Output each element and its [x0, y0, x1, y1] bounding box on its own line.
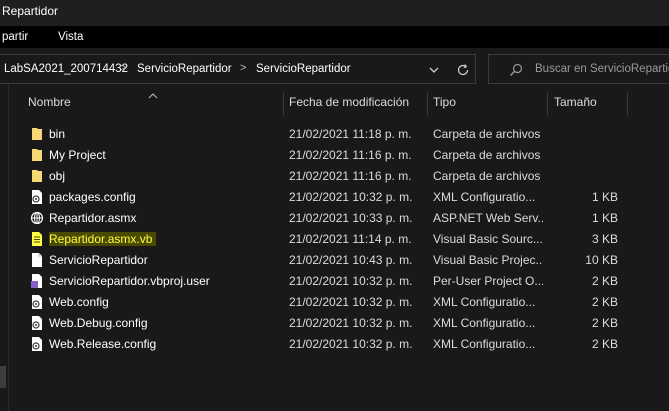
folder-icon: [29, 126, 45, 142]
folder-icon: [29, 168, 45, 184]
file-date: 21/02/2021 10:32 p. m.: [289, 316, 413, 330]
refresh-icon[interactable]: [455, 62, 471, 78]
file-date: 21/02/2021 10:43 p. m.: [289, 253, 413, 267]
column-header-size[interactable]: Tamaño: [554, 95, 597, 109]
title-bar: Repartidor: [0, 0, 669, 26]
file-type: XML Configuratio...: [433, 190, 536, 204]
file-name: Repartidor.asmx: [49, 211, 137, 225]
table-row[interactable]: ServicioRepartidor.vbproj.user 21/02/202…: [22, 270, 632, 291]
table-row[interactable]: obj 21/02/2021 11:16 p. m. Carpeta de ar…: [22, 165, 632, 186]
file-type: ASP.NET Web Serv...: [433, 211, 543, 225]
table-row[interactable]: ServicioRepartidor 21/02/2021 10:43 p. m…: [22, 249, 632, 270]
file-date: 21/02/2021 11:14 p. m.: [289, 232, 412, 246]
tab-share[interactable]: partir: [2, 31, 28, 43]
tab-view[interactable]: Vista: [58, 31, 83, 43]
file-size: 2 KB: [591, 337, 618, 351]
table-row[interactable]: Web.Debug.config 21/02/2021 10:32 p. m. …: [22, 312, 632, 333]
table-row[interactable]: Web.config 21/02/2021 10:32 p. m. XML Co…: [22, 291, 632, 312]
file-name: Repartidor.asmx.vb: [49, 232, 157, 246]
sort-ascending-icon: [148, 88, 158, 99]
file-type: Carpeta de archivos: [433, 169, 541, 183]
breadcrumb-item[interactable]: ServicioRepartidor: [256, 63, 351, 75]
table-row[interactable]: packages.config 21/02/2021 10:32 p. m. X…: [22, 186, 632, 207]
table-row[interactable]: Web.Release.config 21/02/2021 10:32 p. m…: [22, 333, 632, 354]
file-date: 21/02/2021 10:32 p. m.: [289, 337, 413, 351]
ribbon-tabs: partir Vista: [0, 26, 669, 48]
file-type: Visual Basic Sourc...: [433, 232, 543, 246]
column-divider[interactable]: [283, 92, 284, 116]
column-divider[interactable]: [547, 92, 548, 116]
column-header-date[interactable]: Fecha de modificación: [289, 95, 409, 109]
vs-user-file-icon: [29, 273, 45, 289]
navigation-pane[interactable]: [0, 84, 9, 411]
column-header-type[interactable]: Tipo: [433, 95, 456, 109]
file-type: Carpeta de archivos: [433, 148, 541, 162]
breadcrumb-separator-icon[interactable]: >: [120, 62, 126, 74]
file-type: XML Configuratio...: [433, 316, 536, 330]
file-name: Web.config: [49, 295, 109, 309]
file-size: 2 KB: [591, 316, 618, 330]
vb-source-file-icon: [29, 231, 45, 247]
file-size: 2 KB: [591, 295, 618, 309]
config-file-icon: [29, 189, 45, 205]
file-size: 10 KB: [585, 253, 618, 267]
table-row[interactable]: bin 21/02/2021 11:18 p. m. Carpeta de ar…: [22, 123, 632, 144]
file-name: obj: [49, 169, 66, 183]
file-name: Web.Release.config: [49, 337, 157, 351]
file-date: 21/02/2021 11:16 p. m.: [289, 169, 412, 183]
file-date: 21/02/2021 10:33 p. m.: [289, 211, 413, 225]
scrollbar-thumb[interactable]: [0, 366, 6, 388]
breadcrumb-item[interactable]: ServicioRepartidor: [137, 63, 232, 75]
table-row[interactable]: My Project 21/02/2021 11:16 p. m. Carpet…: [22, 144, 632, 165]
file-date: 21/02/2021 10:32 p. m.: [289, 274, 413, 288]
file-date: 21/02/2021 10:32 p. m.: [289, 295, 413, 309]
file-type: XML Configuratio...: [433, 337, 536, 351]
config-file-icon: [29, 336, 45, 352]
table-row[interactable]: Repartidor.asmx 21/02/2021 10:33 p. m. A…: [22, 207, 632, 228]
file-name: bin: [49, 127, 66, 141]
file-date: 21/02/2021 11:16 p. m.: [289, 148, 412, 162]
file-name: Web.Debug.config: [49, 316, 148, 330]
file-type: Visual Basic Projec...: [433, 253, 543, 267]
breadcrumb-separator-icon[interactable]: >: [240, 62, 246, 74]
file-name: packages.config: [49, 190, 136, 204]
folder-icon: [29, 147, 45, 163]
search-input[interactable]: [535, 61, 669, 77]
file-name: ServicioRepartidor: [49, 253, 148, 267]
file-name: ServicioRepartidor.vbproj.user: [49, 274, 210, 288]
config-file-icon: [29, 294, 45, 310]
file-type: Carpeta de archivos: [433, 127, 541, 141]
column-divider[interactable]: [427, 92, 428, 116]
web-service-file-icon: [29, 210, 45, 226]
file-date: 21/02/2021 11:18 p. m.: [289, 127, 412, 141]
window-title: Repartidor: [2, 4, 59, 18]
file-type: XML Configuratio...: [433, 295, 536, 309]
file-size: 1 KB: [591, 190, 618, 204]
file-size: 2 KB: [591, 274, 618, 288]
file-size: 3 KB: [591, 232, 618, 246]
file-name: My Project: [49, 148, 106, 162]
config-file-icon: [29, 315, 45, 331]
search-icon: [509, 63, 523, 77]
file-date: 21/02/2021 10:32 p. m.: [289, 190, 413, 204]
address-bar[interactable]: LabSA2021_200714432 > ServicioRepartidor…: [0, 54, 476, 84]
file-size: 1 KB: [591, 211, 618, 225]
search-box[interactable]: [488, 54, 669, 84]
file-icon: [29, 252, 45, 268]
file-type: Per-User Project O...: [433, 274, 543, 288]
chevron-down-icon[interactable]: [427, 63, 441, 77]
breadcrumb-item[interactable]: LabSA2021_200714432: [4, 63, 128, 75]
column-divider[interactable]: [627, 92, 628, 116]
table-row[interactable]: Repartidor.asmx.vb 21/02/2021 11:14 p. m…: [22, 228, 632, 249]
column-header-name[interactable]: Nombre: [28, 95, 71, 109]
